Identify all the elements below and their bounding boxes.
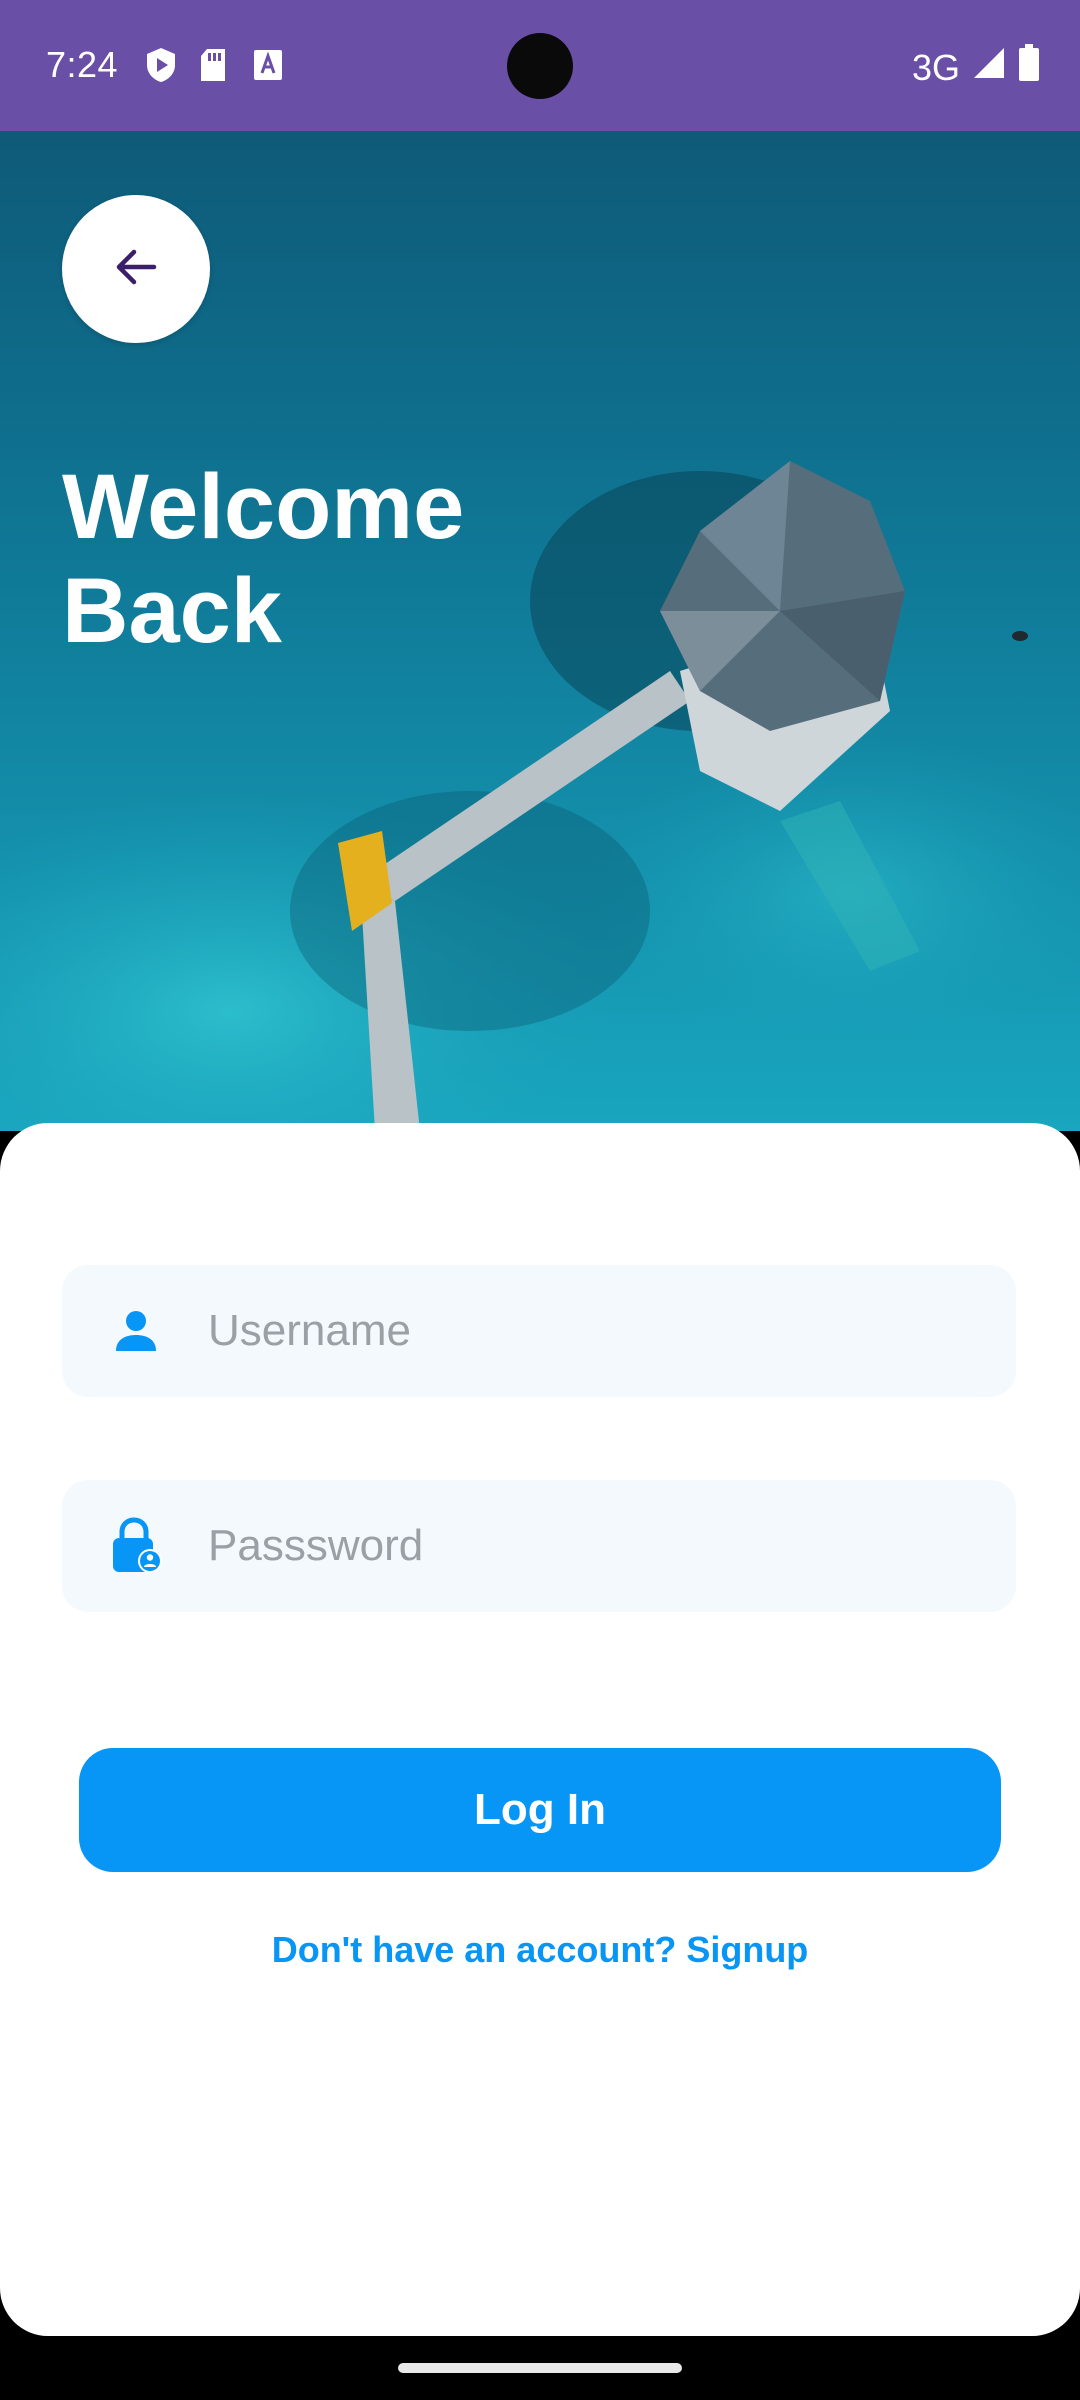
back-button[interactable] — [62, 195, 210, 343]
camera-cutout — [507, 33, 573, 99]
status-bar: 7:24 3G — [0, 0, 1080, 131]
status-time: 7:24 — [46, 44, 119, 85]
welcome-title-line2: Back — [62, 560, 282, 662]
battery-icon — [1018, 44, 1040, 91]
login-card: Log In Don't have an account? Signup — [0, 1123, 1080, 2336]
signup-link[interactable]: Don't have an account? Signup — [0, 1929, 1080, 1971]
username-input[interactable] — [208, 1306, 968, 1356]
welcome-title-line1: Welcome — [62, 456, 465, 558]
password-input[interactable] — [208, 1521, 968, 1571]
network-type: 3G — [911, 46, 960, 88]
arrow-left-icon — [110, 241, 162, 298]
home-indicator[interactable] — [398, 2363, 682, 2373]
signal-icon — [972, 46, 1006, 89]
sd-card-icon — [198, 46, 232, 84]
username-field[interactable] — [62, 1265, 1016, 1397]
welcome-title: Welcome Back — [62, 455, 662, 663]
font-icon — [252, 46, 286, 84]
lock-person-icon — [110, 1517, 162, 1573]
status-right: 3G — [912, 44, 1040, 91]
person-icon — [110, 1305, 162, 1357]
login-button[interactable]: Log In — [79, 1748, 1001, 1872]
login-screen: 7:24 3G Welcome Back Username Log In Don… — [0, 0, 1080, 2400]
shield-play-icon — [144, 46, 178, 84]
password-field[interactable] — [62, 1480, 1016, 1612]
status-notification-icons — [144, 46, 286, 84]
